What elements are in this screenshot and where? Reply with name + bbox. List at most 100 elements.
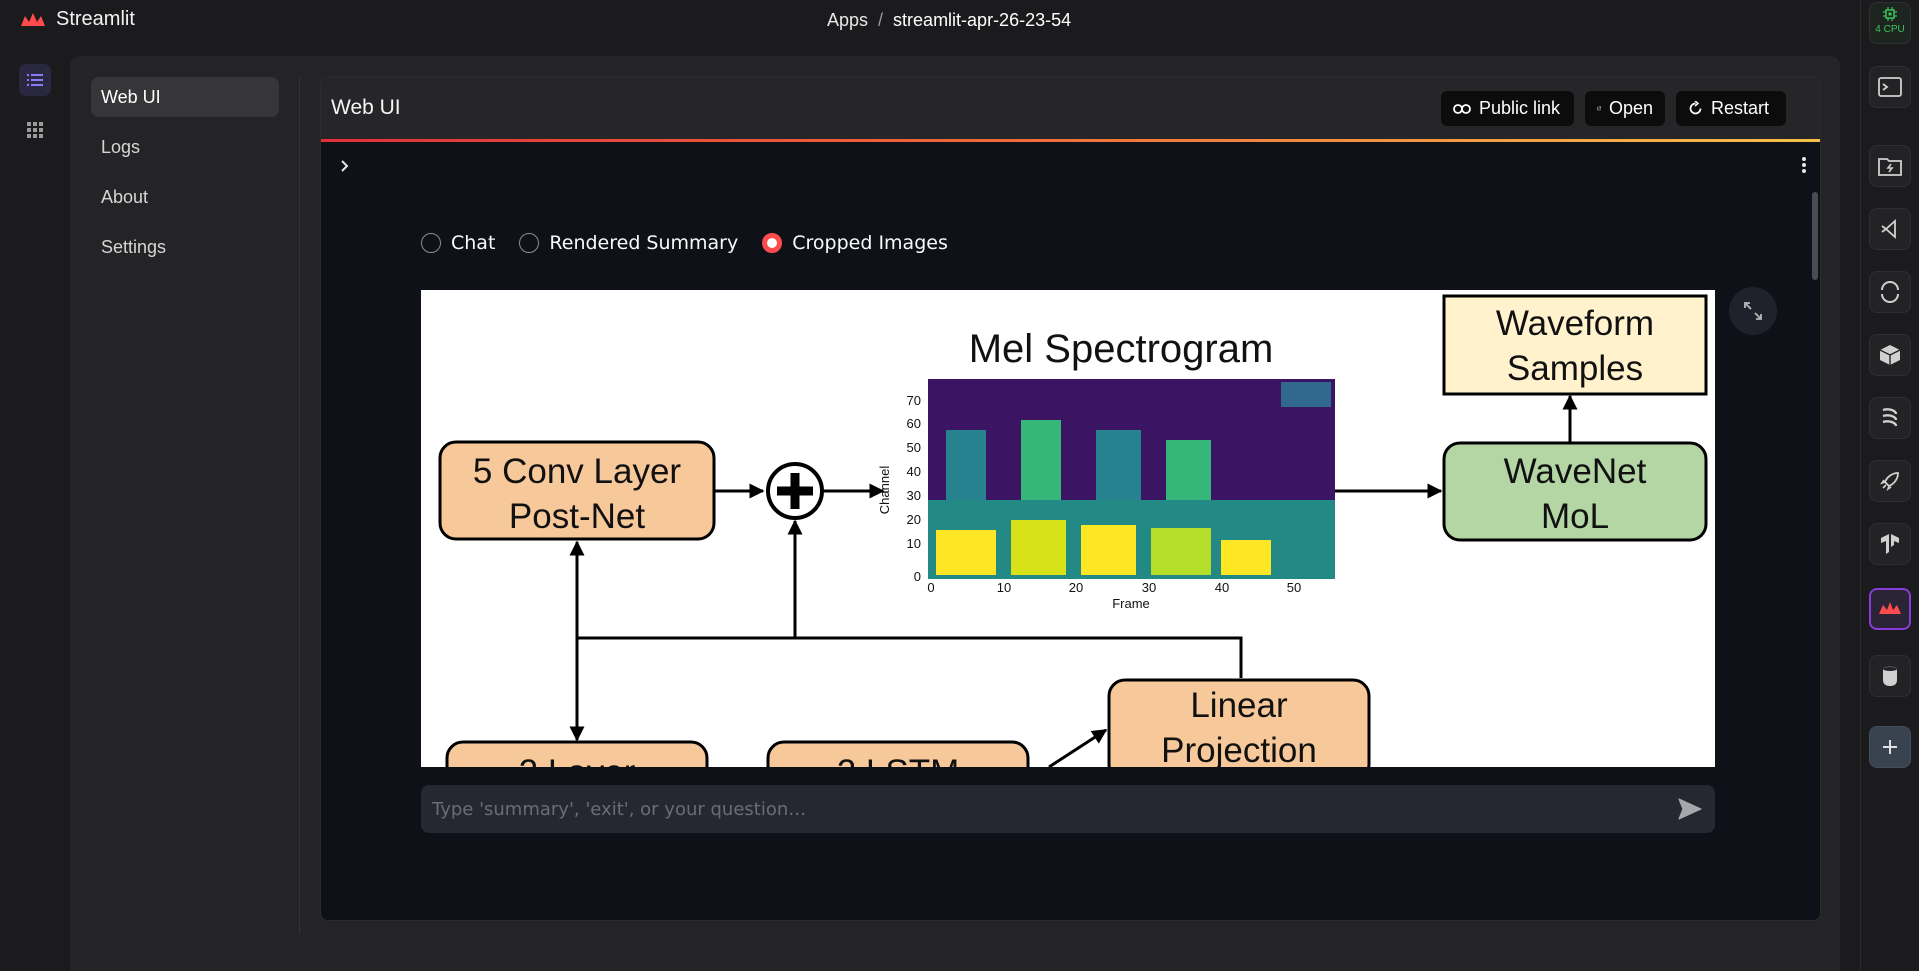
radio-circle-selected xyxy=(762,233,783,253)
stack-icon xyxy=(1882,408,1898,427)
radio-circle xyxy=(421,233,441,253)
radio-circle xyxy=(519,233,540,253)
linear-label-2: Projection xyxy=(1161,731,1317,767)
fullscreen-button[interactable] xyxy=(1729,287,1777,335)
file-sync-button[interactable] xyxy=(1869,145,1911,187)
xtick: 30 xyxy=(1142,580,1156,595)
add-app-button[interactable] xyxy=(1869,726,1911,768)
left-rail xyxy=(0,56,70,971)
ytick: 60 xyxy=(907,416,921,431)
ytick: 0 xyxy=(914,569,921,584)
sidebar-item-about[interactable]: About xyxy=(91,177,279,217)
cylinder-icon xyxy=(1883,666,1897,686)
vscode-icon xyxy=(1881,219,1896,239)
tensorflow-button[interactable] xyxy=(1869,523,1911,565)
open-button[interactable]: Open xyxy=(1585,91,1665,126)
send-icon[interactable] xyxy=(1677,797,1703,821)
tensorflow-icon xyxy=(1881,534,1899,554)
xtick: 50 xyxy=(1287,580,1301,595)
chat-input-field[interactable] xyxy=(421,785,1651,833)
nav-divider xyxy=(299,76,300,934)
web-ui-panel: Web UI Public link Open Restart Chat Ren… xyxy=(320,76,1821,921)
ytick: 10 xyxy=(907,536,921,551)
radio-rendered-summary[interactable]: Rendered Summary xyxy=(519,232,738,254)
postnet-label-2: Post-Net xyxy=(509,497,645,536)
open-label: Open xyxy=(1608,98,1653,118)
radio-chat[interactable]: Chat xyxy=(421,232,495,254)
brand[interactable]: Streamlit xyxy=(20,8,135,31)
breadcrumb: Apps / streamlit-apr-26-23-54 xyxy=(827,10,1071,31)
chevron-right-icon[interactable] xyxy=(339,159,351,173)
app-name: Streamlit xyxy=(56,8,135,30)
public-link-label: Public link xyxy=(1479,98,1561,118)
ytick: 20 xyxy=(907,512,921,527)
breadcrumb-separator: / xyxy=(878,10,884,30)
architecture-diagram: Mel Spectrogram Channel 70 60 50 40 30 2… xyxy=(438,294,1708,767)
folder-sync-icon xyxy=(1878,158,1902,176)
list-icon xyxy=(27,74,43,86)
external-link-icon xyxy=(1597,106,1601,111)
streamlit-app-frame: Chat Rendered Summary Cropped Images Mel… xyxy=(321,142,1820,920)
panel-title: Web UI xyxy=(331,96,401,119)
postnet-label-1: 5 Conv Layer xyxy=(473,452,682,491)
view-radio-group: Chat Rendered Summary Cropped Images xyxy=(421,232,948,254)
app-shell: Web UI Logs About Settings Web UI Public… xyxy=(70,56,1840,971)
terminal-button[interactable] xyxy=(1869,66,1911,108)
cpu-icon xyxy=(1883,7,1897,21)
spectrogram-xlabel: Frame xyxy=(1112,596,1150,611)
restart-icon xyxy=(1689,101,1702,115)
plus-icon xyxy=(1883,740,1897,754)
radio-label: Cropped Images xyxy=(792,232,948,254)
rocket-icon xyxy=(1880,472,1899,491)
loader-icon xyxy=(1881,281,1899,303)
streamlit-button[interactable] xyxy=(1869,588,1911,630)
two-lstm-label: 2 LSTM xyxy=(837,753,960,767)
xtick: 0 xyxy=(927,580,934,595)
sidebar-nav: Web UI Logs About Settings xyxy=(70,56,300,936)
xtick: 40 xyxy=(1215,580,1229,595)
cpu-indicator[interactable]: 4 CPU xyxy=(1869,2,1911,44)
wavenet-label-1: WaveNet xyxy=(1504,452,1647,491)
public-link-button[interactable]: Public link xyxy=(1441,91,1574,126)
cpu-label: 4 CPU xyxy=(1875,24,1905,35)
terminal-icon xyxy=(1878,77,1902,97)
vscode-button[interactable] xyxy=(1869,208,1911,250)
breadcrumb-current: streamlit-apr-26-23-54 xyxy=(893,10,1072,30)
restart-label: Restart xyxy=(1711,98,1770,118)
radio-label: Chat xyxy=(451,232,496,254)
grid-view-button[interactable] xyxy=(19,114,51,146)
list-view-button[interactable] xyxy=(19,64,51,96)
link-icon xyxy=(1453,103,1471,114)
package-button[interactable] xyxy=(1869,334,1911,376)
ytick: 40 xyxy=(907,464,921,479)
radio-cropped-images[interactable]: Cropped Images xyxy=(762,232,948,254)
two-layer-label: 2 Layer xyxy=(519,753,636,767)
sidebar-item-logs[interactable]: Logs xyxy=(91,127,279,167)
database-button[interactable] xyxy=(1869,655,1911,697)
loader-button[interactable] xyxy=(1869,271,1911,313)
streamlit-icon xyxy=(1879,602,1901,614)
xtick: 10 xyxy=(997,580,1011,595)
ytick: 50 xyxy=(907,440,921,455)
wavenet-label-2: MoL xyxy=(1541,497,1609,536)
waveform-label-1: Waveform xyxy=(1496,304,1654,343)
top-bar: Streamlit Apps / streamlit-apr-26-23-54 xyxy=(0,0,1858,42)
chat-input xyxy=(421,785,1715,833)
spectrogram-title: Mel Spectrogram xyxy=(969,327,1274,371)
stack-button[interactable] xyxy=(1869,397,1911,439)
grid-icon xyxy=(27,122,43,138)
waveform-label-2: Samples xyxy=(1507,349,1643,388)
panel-header: Web UI Public link Open Restart xyxy=(321,77,1820,141)
kebab-menu-icon[interactable] xyxy=(1801,156,1807,174)
sidebar-item-settings[interactable]: Settings xyxy=(91,227,279,267)
deploy-button[interactable] xyxy=(1869,460,1911,502)
breadcrumb-apps[interactable]: Apps xyxy=(827,10,868,31)
sidebar-item-web-ui[interactable]: Web UI xyxy=(91,77,279,117)
ytick: 70 xyxy=(907,393,921,408)
box-icon xyxy=(1879,345,1901,365)
right-rail: 4 CPU xyxy=(1860,0,1919,971)
scrollbar-thumb[interactable] xyxy=(1812,192,1818,280)
xtick: 20 xyxy=(1069,580,1083,595)
expand-icon xyxy=(1744,302,1762,320)
restart-button[interactable]: Restart xyxy=(1676,91,1786,126)
